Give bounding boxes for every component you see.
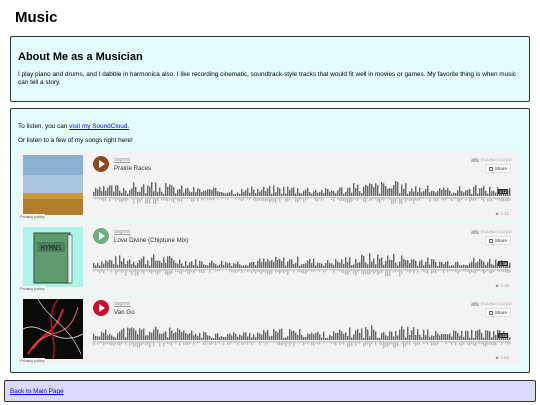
hymns-book-icon: HYMNS bbox=[23, 227, 83, 287]
track-title[interactable]: Love Divine (Chiptune Mix) bbox=[114, 237, 188, 244]
few-songs-text: Or listen to a few of my songs right her… bbox=[18, 137, 133, 144]
track-artwork: HYMNS bbox=[23, 227, 83, 287]
soundcloud-player-3[interactable]: Privacy policy dagmei Van Go SOUNDCLOUD … bbox=[19, 295, 520, 365]
soundcloud-player-1[interactable]: Privacy policy dagmei Prairie Races SOUN… bbox=[19, 151, 520, 221]
track-duration: 1:38 bbox=[498, 261, 508, 266]
track-artist[interactable]: dagmei bbox=[114, 157, 130, 163]
share-label: Share bbox=[494, 166, 507, 171]
soundcloud-link[interactable]: visit my SoundCloud. bbox=[69, 123, 129, 130]
back-nav: Back to Main Page bbox=[4, 380, 536, 402]
page-title: Music bbox=[15, 9, 58, 26]
play-count: ▶ 1:53 bbox=[495, 355, 509, 360]
track-artwork bbox=[23, 299, 83, 359]
share-icon bbox=[488, 238, 493, 243]
waveform[interactable]: 1:38 bbox=[93, 249, 511, 279]
play-button[interactable] bbox=[93, 300, 109, 316]
privacy-policy-link[interactable]: Privacy policy bbox=[19, 214, 46, 219]
share-icon bbox=[488, 310, 493, 315]
track-artist[interactable]: dagmei bbox=[114, 229, 130, 235]
share-button[interactable]: Share bbox=[484, 308, 511, 317]
share-icon bbox=[488, 166, 493, 171]
waveform[interactable]: 1:12 bbox=[93, 177, 511, 207]
cloud-icon bbox=[470, 301, 479, 306]
play-count: ▶ 1:38 bbox=[495, 283, 509, 288]
music-section: To listen, you can visit my SoundCloud. … bbox=[10, 108, 530, 373]
track-duration: 1:53 bbox=[498, 333, 508, 338]
track-duration: 1:12 bbox=[498, 189, 508, 194]
soundcloud-logo[interactable]: SOUNDCLOUD bbox=[470, 229, 512, 234]
soundcloud-brand: SOUNDCLOUD bbox=[480, 229, 512, 234]
track-title[interactable]: Van Go bbox=[114, 309, 135, 316]
listen-prefix: To listen, you can bbox=[18, 123, 70, 130]
track-title[interactable]: Prairie Races bbox=[114, 165, 151, 172]
soundcloud-brand: SOUNDCLOUD bbox=[480, 157, 512, 162]
cloud-icon bbox=[470, 229, 479, 234]
listen-line: To listen, you can visit my SoundCloud. bbox=[18, 123, 129, 130]
soundcloud-logo[interactable]: SOUNDCLOUD bbox=[470, 301, 512, 306]
play-button[interactable] bbox=[93, 156, 109, 172]
back-to-main-link[interactable]: Back to Main Page bbox=[10, 388, 64, 395]
about-section: About Me as a Musician I play piano and … bbox=[10, 36, 530, 102]
share-label: Share bbox=[494, 310, 507, 315]
play-count: ▶ 1:12 bbox=[495, 211, 509, 216]
share-button[interactable]: Share bbox=[484, 236, 511, 245]
privacy-policy-link[interactable]: Privacy policy bbox=[19, 286, 46, 291]
share-label: Share bbox=[494, 238, 507, 243]
waveform[interactable]: 1:53 bbox=[93, 321, 511, 351]
about-title: About Me as a Musician bbox=[18, 51, 143, 63]
play-button[interactable] bbox=[93, 228, 109, 244]
privacy-policy-link[interactable]: Privacy policy bbox=[19, 358, 46, 363]
prairie-artwork-icon bbox=[23, 155, 83, 215]
soundcloud-logo[interactable]: SOUNDCLOUD bbox=[470, 157, 512, 162]
track-artwork bbox=[23, 155, 83, 215]
abstract-swirl-icon bbox=[23, 299, 83, 359]
share-button[interactable]: Share bbox=[484, 164, 511, 173]
soundcloud-brand: SOUNDCLOUD bbox=[480, 301, 512, 306]
about-text: I play piano and drums, and I dabble in … bbox=[18, 71, 516, 87]
hymns-text: HYMNS bbox=[40, 244, 61, 252]
track-artist[interactable]: dagmei bbox=[114, 301, 130, 307]
cloud-icon bbox=[470, 157, 479, 162]
soundcloud-player-2[interactable]: HYMNS Privacy policy dagmei Love Divine … bbox=[19, 223, 520, 293]
